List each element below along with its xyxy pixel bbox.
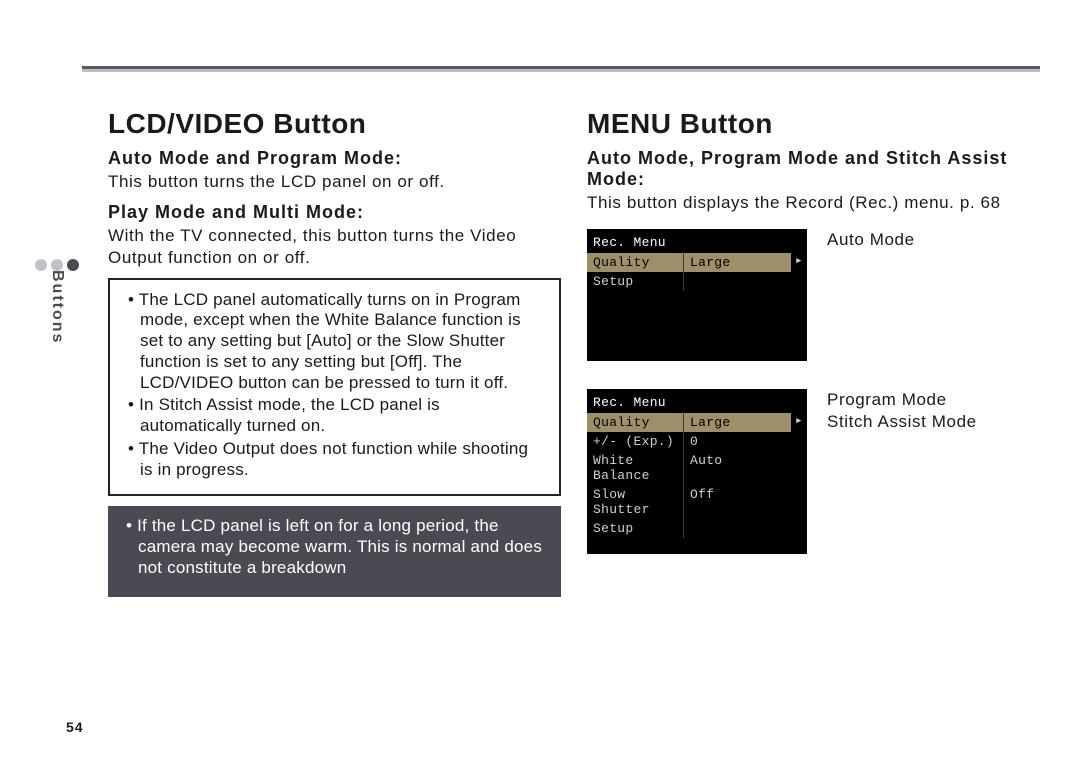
left-column: LCD/VIDEO Button Auto Mode and Program M… [108, 100, 561, 597]
menu-key: Slow Shutter [587, 485, 683, 519]
menu-row: +/- (Exp.)0 [587, 432, 807, 451]
menu-row: QualityLarge▸ [587, 413, 807, 432]
sec-menu-title: Auto Mode, Program Mode and Stitch Assis… [587, 148, 1040, 190]
right-heading: MENU Button [587, 108, 1040, 140]
auto-mode-label: Auto Mode [827, 229, 915, 250]
menu-arrow-icon: ▸ [791, 413, 807, 432]
warning-list: If the LCD panel is left on for a long p… [122, 516, 547, 578]
auto-mode-row: Rec. MenuQualityLarge▸Setup Auto Mode [587, 229, 1040, 361]
note-box: The LCD panel automatically turns on in … [108, 278, 561, 497]
menu-value: Auto [683, 451, 807, 485]
menu-row: Slow ShutterOff [587, 485, 807, 519]
note-list: The LCD panel automatically turns on in … [124, 290, 545, 481]
sec-auto-program-body: This button turns the LCD panel on or of… [108, 171, 561, 192]
list-item: The LCD panel automatically turns on in … [124, 290, 545, 394]
menu-value: Large [683, 253, 791, 272]
menu-title: Rec. Menu [587, 393, 807, 413]
list-item: If the LCD panel is left on for a long p… [122, 516, 547, 578]
sec-play-multi-body: With the TV connected, this button turns… [108, 225, 561, 268]
sec-auto-program-title: Auto Mode and Program Mode: [108, 148, 561, 169]
manual-page: Buttons LCD/VIDEO Button Auto Mode and P… [0, 0, 1080, 765]
menu-value: Large [683, 413, 791, 432]
list-item: The Video Output does not function while… [124, 439, 545, 480]
menu-row: Setup [587, 519, 807, 538]
sec-menu-body: This button displays the Record (Rec.) m… [587, 192, 1040, 213]
header-rule [82, 66, 1040, 72]
menu-row: White BalanceAuto [587, 451, 807, 485]
menu-title: Rec. Menu [587, 233, 807, 253]
left-heading: LCD/VIDEO Button [108, 108, 561, 140]
menu-row: Setup [587, 272, 807, 291]
program-mode-label-1: Program Mode [827, 390, 947, 409]
program-mode-screenshot: Rec. MenuQualityLarge▸+/- (Exp.)0White B… [587, 389, 807, 554]
menu-arrow-icon: ▸ [791, 253, 807, 272]
menu-value: 0 [683, 432, 807, 451]
menu-key: Quality [587, 413, 683, 432]
menu-value [683, 272, 807, 291]
menu-key: Setup [587, 519, 683, 538]
section-tab: Buttons [48, 270, 66, 344]
right-column: MENU Button Auto Mode, Program Mode and … [587, 100, 1040, 597]
warning-box: If the LCD panel is left on for a long p… [108, 506, 561, 596]
menu-key: Quality [587, 253, 683, 272]
program-mode-label-2: Stitch Assist Mode [827, 412, 977, 431]
program-mode-label: Program Mode Stitch Assist Mode [827, 389, 977, 432]
menu-value [683, 519, 807, 538]
auto-mode-screenshot: Rec. MenuQualityLarge▸Setup [587, 229, 807, 361]
menu-row: QualityLarge▸ [587, 253, 807, 272]
menu-value: Off [683, 485, 807, 519]
menu-key: +/- (Exp.) [587, 432, 683, 451]
list-item: In Stitch Assist mode, the LCD panel is … [124, 395, 545, 436]
page-number: 54 [66, 719, 84, 735]
sec-play-multi-title: Play Mode and Multi Mode: [108, 202, 561, 223]
menu-key: White Balance [587, 451, 683, 485]
menu-key: Setup [587, 272, 683, 291]
program-mode-row: Rec. MenuQualityLarge▸+/- (Exp.)0White B… [587, 389, 1040, 554]
